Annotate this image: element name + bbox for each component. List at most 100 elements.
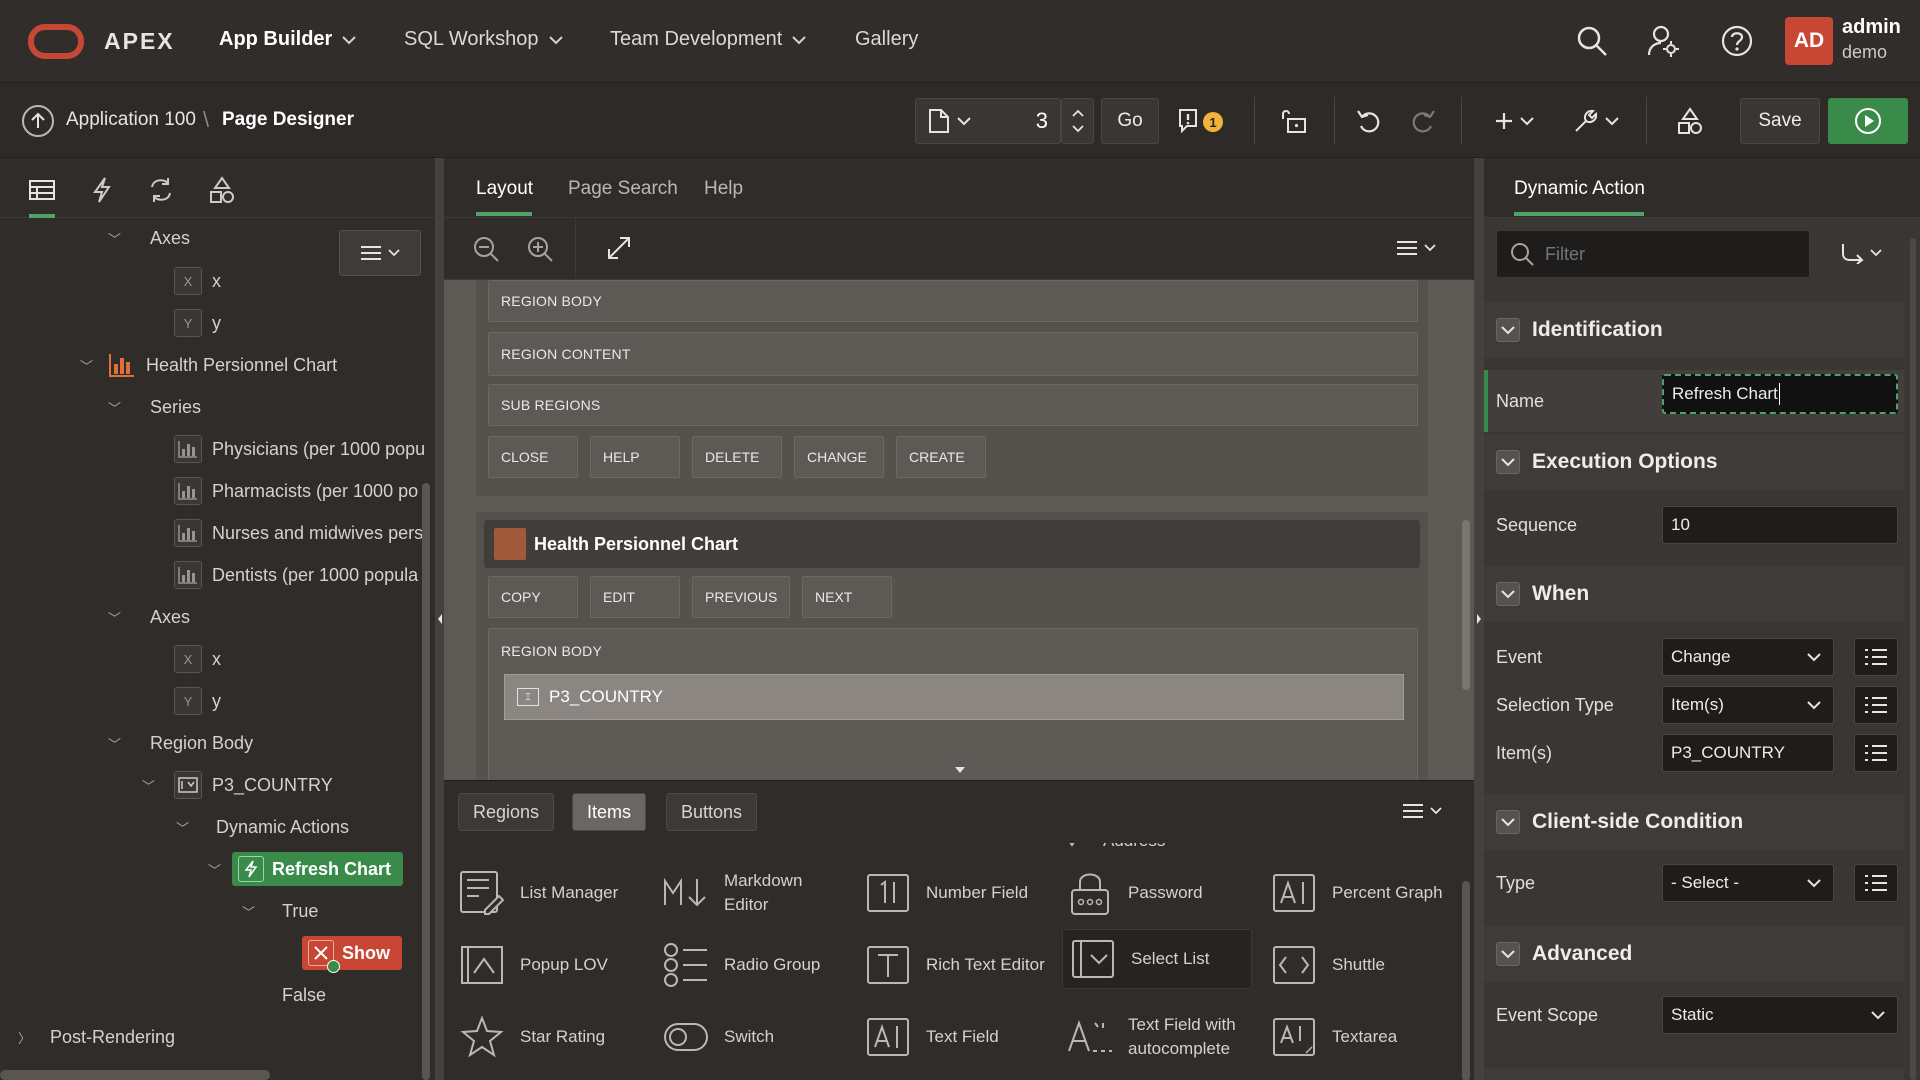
gallery-item-password[interactable]: Password [1066,869,1203,917]
collapse-right-icon[interactable] [1476,613,1482,625]
layout-menu-button[interactable] [1396,240,1436,256]
collapse-toggle-icon[interactable] [1496,318,1520,342]
gallery-item-rich-text-editor[interactable]: Rich Text Editor [864,941,1045,989]
chevron-down-icon[interactable]: ﹀ [242,902,255,921]
gallery-item-list-manager[interactable]: List Manager [458,869,618,917]
chevron-down-icon[interactable]: ﹀ [108,608,121,627]
gallery-item-star-rating[interactable]: Star Rating [458,1013,605,1061]
gallery-item-address[interactable]: Address [1061,843,1165,853]
gallery-item-shuttle[interactable]: Shuttle [1270,941,1385,989]
chevron-down-icon[interactable]: ﹀ [80,356,93,375]
tree-node-series-dentists[interactable]: Dentists (per 1000 popula [174,557,418,593]
user-name[interactable]: admin [1842,16,1901,39]
gallery-item-select-list[interactable]: Select List [1062,929,1252,989]
page-stepper[interactable] [1061,98,1094,144]
right-splitter[interactable] [1474,158,1484,1080]
tree-node-x-axis[interactable]: X x [174,263,221,299]
previous-button-slot[interactable]: PREVIOUS [692,576,790,618]
sub-regions-slot[interactable]: SUB REGIONS [488,384,1418,426]
tree-node-dynamic-actions[interactable]: ﹀ Dynamic Actions [176,809,349,845]
gallery-item-popup-lov[interactable]: Popup LOV [458,941,608,989]
tree-menu-button[interactable] [339,230,421,276]
gallery-item-text-field-autocomplete[interactable]: Text Field with autocomplete [1066,1013,1248,1061]
save-button[interactable]: Save [1740,98,1820,144]
section-execution-options[interactable]: Execution Options [1484,434,1904,490]
help-icon[interactable] [1718,22,1756,60]
gallery-item-text-field[interactable]: Text Field [864,1013,999,1061]
gallery-item-percent-graph[interactable]: Percent Graph [1270,869,1443,917]
delete-button-slot[interactable]: DELETE [692,436,782,478]
name-input[interactable]: Refresh Chart [1662,374,1898,414]
administration-icon[interactable] [1644,22,1682,60]
items-lov-button[interactable] [1854,734,1898,772]
event-select[interactable]: Change [1662,638,1834,676]
event-lov-button[interactable] [1854,638,1898,676]
gallery-item-textarea[interactable]: Textarea [1270,1013,1397,1061]
tree-node-p3-country[interactable]: ﹀ P3_COUNTRY [142,767,333,803]
tab-help[interactable]: Help [704,178,743,200]
run-page-button[interactable] [1828,98,1908,144]
tree-node-series[interactable]: ﹀ Series [108,389,201,425]
nav-app-builder[interactable]: App Builder [219,28,357,51]
change-button-slot[interactable]: CHANGE [794,436,884,478]
collapse-toggle-icon[interactable] [1496,582,1520,606]
chevron-down-icon[interactable]: ﹀ [108,229,121,248]
section-identification[interactable]: Identification [1484,302,1904,358]
region-header-health-chart[interactable]: Health Persionnel Chart [484,520,1420,568]
section-client-side-condition[interactable]: Client-side Condition [1484,794,1904,850]
create-menu-button[interactable] [1486,98,1542,144]
tree-node-post-rendering[interactable]: 〉 Post-Rendering [18,1019,175,1055]
tree-node-false[interactable]: False [282,977,326,1013]
next-button-slot[interactable]: NEXT [802,576,892,618]
event-scope-select[interactable]: Static [1662,996,1898,1034]
tab-processing[interactable] [141,170,181,210]
tree-node-y-axis[interactable]: Y y [174,305,221,341]
tree-node-x-axis[interactable]: X x [174,641,221,677]
page-number-field[interactable]: 3 [1036,108,1048,134]
tab-layout[interactable]: Layout [476,178,533,200]
gallery-item-switch[interactable]: Switch [662,1013,774,1061]
breadcrumb-application[interactable]: Application 100 [66,109,196,131]
avatar[interactable]: AD [1785,17,1833,65]
chevron-up-icon[interactable] [1071,109,1084,117]
tree-node-region-body[interactable]: ﹀ Region Body [108,725,253,761]
condition-type-lov-button[interactable] [1854,864,1898,902]
region-body-slot[interactable]: REGION BODY [488,280,1418,322]
utilities-menu-button[interactable] [1566,98,1626,144]
section-when[interactable]: When [1484,566,1904,622]
nav-team-development[interactable]: Team Development [610,28,807,51]
tab-dynamic-actions[interactable] [82,170,122,210]
up-arrow-icon[interactable] [22,105,54,137]
tab-shared-components[interactable] [202,170,242,210]
condition-type-select[interactable]: - Select - [1662,864,1834,902]
chevron-down-icon[interactable]: ﹀ [142,776,155,795]
chevron-down-icon[interactable]: ﹀ [108,398,121,417]
tree-node-series-nurses[interactable]: Nurses and midwives pers [174,515,423,551]
vertical-scrollbar[interactable] [422,483,430,1080]
tab-rendering[interactable] [22,170,62,210]
page-selector[interactable]: 3 [915,98,1061,144]
chevron-right-icon[interactable]: 〉 [18,1028,31,1047]
items-input[interactable]: P3_COUNTRY [1662,734,1834,772]
tree-node-axes[interactable]: ﹀ Axes [108,599,190,635]
section-advanced[interactable]: Advanced [1484,926,1904,982]
canvas-scrollbar[interactable] [1462,520,1470,690]
horizontal-scrollbar[interactable] [0,1070,270,1080]
redo-button[interactable] [1401,98,1445,144]
gallery-item-radio-group[interactable]: Radio Group [662,941,820,989]
filter-input[interactable] [1545,243,1785,265]
gallery-item-markdown-editor[interactable]: Markdown Editor [662,869,834,917]
copy-button-slot[interactable]: COPY [488,576,578,618]
tree-node-refresh-chart[interactable]: ﹀ Refresh Chart [208,851,404,887]
tab-regions[interactable]: Regions [458,793,555,831]
go-to-group-button[interactable] [1840,242,1882,264]
zoom-in-icon[interactable] [526,235,554,263]
error-node-highlight[interactable]: Show [302,936,402,973]
filter-box[interactable] [1496,230,1810,278]
chevron-down-icon[interactable] [1071,125,1084,133]
tab-items[interactable]: Items [572,793,647,831]
undo-button[interactable] [1347,98,1391,144]
region-content-slot[interactable]: REGION CONTENT [488,332,1418,376]
chevron-down-icon[interactable]: ﹀ [208,860,221,879]
collapse-left-icon[interactable] [437,613,443,625]
